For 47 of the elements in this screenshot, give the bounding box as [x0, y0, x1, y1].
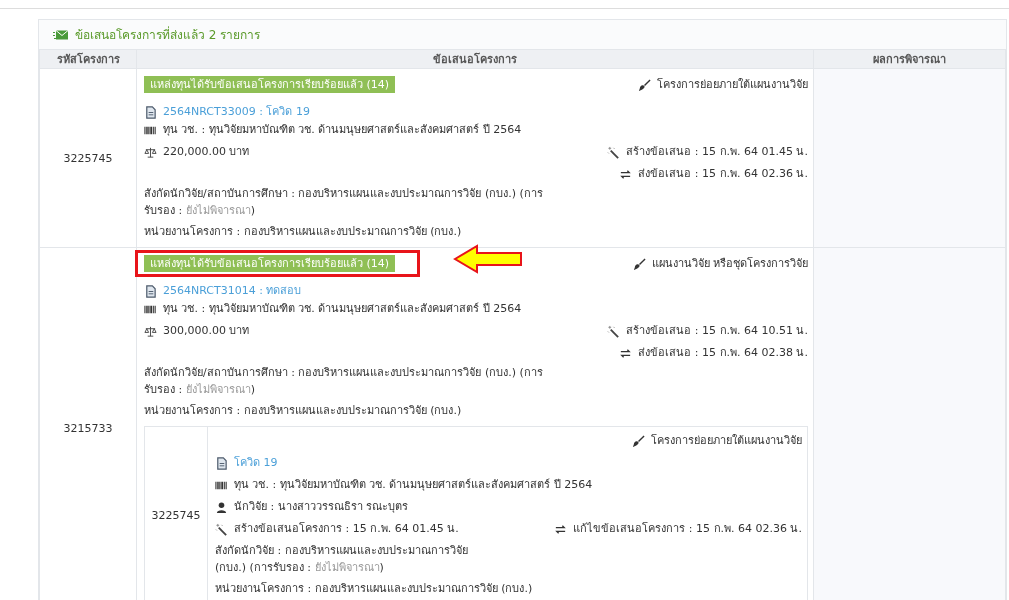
column-header: รหัสโครงการ	[56, 53, 120, 66]
project-type: โครงการย่อยภายใต้แผนงานวิจัย	[657, 78, 808, 92]
project-type: โครงการย่อยภายใต้แผนงานวิจัย	[651, 434, 802, 448]
researcher-text: นักวิจัย : นางสาววรรณธิรา รณะบุตร	[234, 500, 409, 514]
pointer-arrow	[453, 244, 524, 274]
scales-icon	[144, 145, 157, 159]
amount-text: 300,000.00 บาท	[163, 324, 250, 338]
magic-wand-icon	[215, 522, 228, 536]
unit-text: หน่วยงานโครงการ : กองบริหารแผนและงบประมาณการวิจัย (กบง.)	[215, 582, 533, 596]
created-date: สร้างข้อเสนอ : 15 ก.พ. 64 10.51 น.	[626, 324, 808, 338]
project-link[interactable]: 2564NRCT31014 : ทดสอบ	[163, 284, 302, 298]
fund-text: ทุน วช. : ทุนวิจัยมหาบัณฑิต วช. ด้านมนุษยศาสตร์และสังคมศาสตร์ ปี 2564	[234, 478, 593, 492]
unit-text: หน่วยงานโครงการ : กองบริหารแผนและงบประมาณการวิจัย (กบง.)	[144, 404, 462, 418]
status-badge: แหล่งทุนได้รับข้อเสนอโครงการเรียบร้อยแล้ว (14)	[144, 76, 396, 93]
project-code: 3215733	[63, 421, 113, 435]
magic-wand-icon	[607, 324, 621, 338]
affiliation-text: สังกัดนักวิจัย : กองบริหารแผนและงบประมาณการวิจัย (กบง.) (การรับรอง : ยังไม่พิจารณา)	[215, 543, 469, 576]
column-header: ข้อเสนอโครงการ	[433, 53, 517, 66]
sent-date: ส่งข้อเสนอ : 15 ก.พ. 64 02.38 น.	[638, 346, 808, 360]
brush-icon	[632, 434, 645, 448]
created-date: สร้างข้อเสนอโครงการ : 15 ก.พ. 64 01.45 น.	[234, 522, 459, 536]
user-icon	[215, 500, 228, 514]
fund-text: ทุน วช. : ทุนวิจัยมหาบัณฑิต วช. ด้านมนุษยศาสตร์และสังคมศาสตร์ ปี 2564	[163, 302, 522, 316]
project-code: 3225745	[63, 151, 113, 165]
sent-date: ส่งข้อเสนอ : 15 ก.พ. 64 02.36 น.	[638, 167, 808, 181]
project-link[interactable]: 2564NRCT33009 : โควิด 19	[163, 105, 310, 119]
amount-text: 220,000.00 บาท	[163, 145, 250, 159]
column-header: ผลการพิจารณา	[873, 53, 946, 66]
brush-icon	[632, 257, 646, 271]
fund-text: ทุน วช. : ทุนวิจัยมหาบัณฑิต วช. ด้านมนุษยศาสตร์และสังคมศาสตร์ ปี 2564	[163, 123, 522, 137]
project-type: แผนงานวิจัย หรือชุดโครงการวิจัย	[651, 257, 808, 271]
scales-icon	[144, 324, 157, 338]
brush-icon	[638, 78, 651, 92]
magic-wand-icon	[607, 145, 621, 159]
project-link[interactable]: โควิด 19	[234, 456, 278, 470]
status-badge: แหล่งทุนได้รับข้อเสนอโครงการเรียบร้อยแล้ว (14)	[144, 255, 396, 272]
document-icon	[144, 105, 157, 119]
edited-date: แก้ไขข้อเสนอโครงการ : 15 ก.พ. 64 02.36 น.	[573, 522, 802, 536]
affiliation-text: สังกัดนักวิจัย/สถาบันการศึกษา : กองบริหารแผนและงบประมาณการวิจัย (กบง.) (การรับรอง : ยังไม่พิจารณา)	[144, 365, 544, 398]
envelope-icon	[53, 28, 69, 41]
affiliation-text: สังกัดนักวิจัย/สถาบันการศึกษา : กองบริหารแผนและงบประมาณการวิจัย (กบง.) (การรับรอง : ยังไม่พิจารณา)	[144, 186, 544, 219]
panel-title: ข้อเสนอโครงการที่ส่งแล้ว 2 รายการ	[75, 25, 261, 44]
unit-text: หน่วยงานโครงการ : กองบริหารแผนและงบประมาณการวิจัย (กบง.)	[144, 225, 462, 239]
created-date: สร้างข้อเสนอ : 15 ก.พ. 64 01.45 น.	[626, 145, 808, 159]
document-icon	[215, 456, 228, 470]
project-code: 3225745	[151, 508, 201, 522]
document-icon	[144, 284, 157, 298]
